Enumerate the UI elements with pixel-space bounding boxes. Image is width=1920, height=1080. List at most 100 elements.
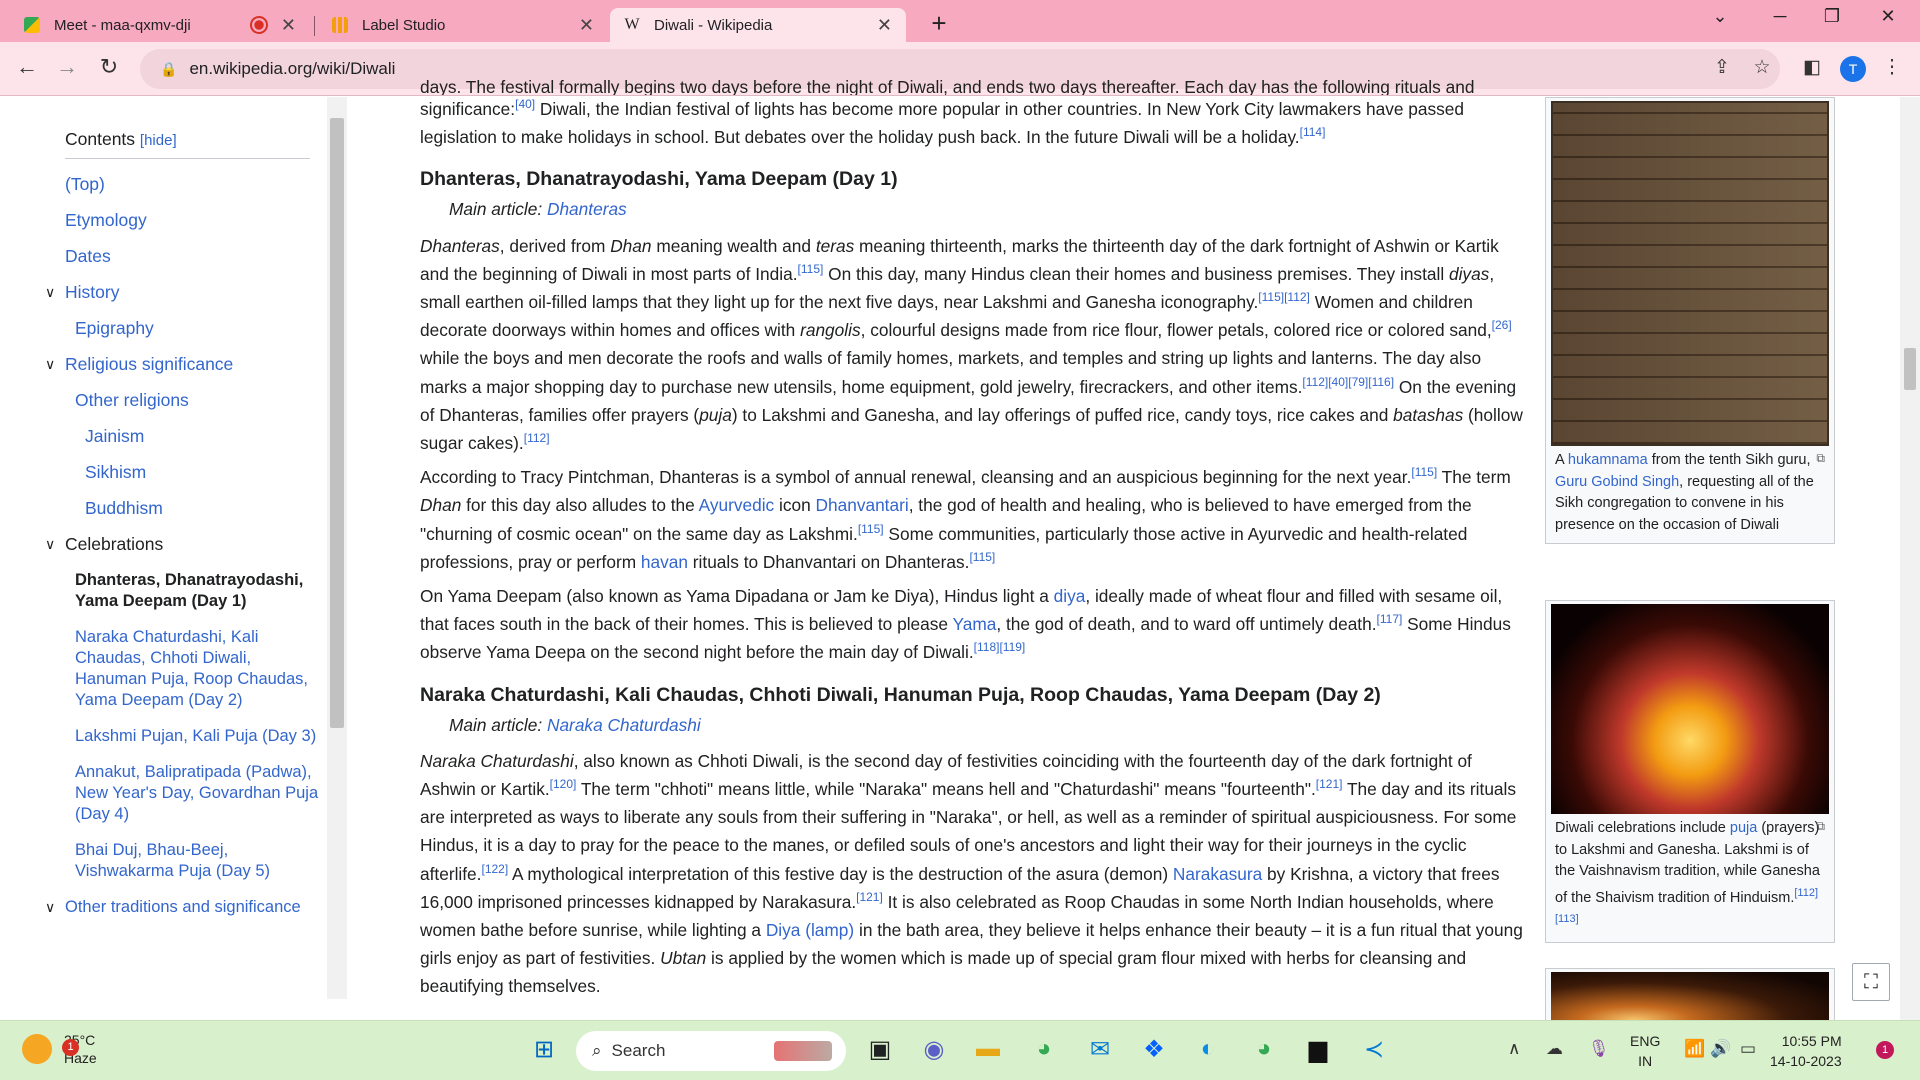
citation-link[interactable]: [115][112] xyxy=(1258,290,1310,304)
link-dhanvantari[interactable]: Dhanvantari xyxy=(816,495,909,515)
restore-button[interactable]: ❐ xyxy=(1812,6,1852,27)
back-icon[interactable]: ← xyxy=(12,54,42,80)
tab-label-studio[interactable]: Label Studio ✕ xyxy=(318,8,608,42)
language-indicator[interactable]: ENG IN xyxy=(1630,1031,1660,1071)
chevron-down-icon[interactable]: ∨ xyxy=(45,534,55,555)
link-puja[interactable]: puja xyxy=(1730,820,1757,836)
weather-widget[interactable]: 1 25°C Haze xyxy=(22,1031,97,1067)
citation-link[interactable]: [112] xyxy=(524,431,550,445)
volume-icon[interactable]: 🔊 xyxy=(1710,1039,1731,1059)
main-article-link[interactable]: Dhanteras xyxy=(547,199,627,219)
mail-icon[interactable]: ✉ xyxy=(1082,1035,1118,1064)
reload-icon[interactable]: ↻ xyxy=(94,54,124,80)
terminal-icon[interactable]: ▆ xyxy=(1300,1035,1336,1064)
side-panel-icon[interactable]: ◧ xyxy=(1798,56,1826,79)
link-yama[interactable]: Yama xyxy=(953,614,997,634)
close-tab-icon[interactable]: ✕ xyxy=(281,15,296,36)
link-diya-lamp[interactable]: Diya (lamp) xyxy=(766,920,854,940)
battery-icon[interactable]: ▭ xyxy=(1740,1039,1756,1059)
citation-link[interactable]: [115] xyxy=(1411,465,1437,479)
toc-item-day2[interactable]: Naraka Chaturdashi, Kali Chaudas, Chhoti… xyxy=(75,627,320,711)
tab-wikipedia[interactable]: W Diwali - Wikipedia ✕ xyxy=(610,8,906,42)
link-hukamnama[interactable]: hukamnama xyxy=(1568,452,1648,468)
chevron-down-icon[interactable]: ∨ xyxy=(45,354,55,375)
toc-item-religious-significance[interactable]: ∨ Religious significance xyxy=(45,354,320,375)
toc-item-day3[interactable]: Lakshmi Pujan, Kali Puja (Day 3) xyxy=(75,726,320,747)
toc-item-dates[interactable]: Dates xyxy=(65,246,320,267)
windows-start-icon[interactable]: ⊞ xyxy=(526,1035,562,1064)
toc-item-day5[interactable]: Bhai Duj, Bhau-Beej, Vishwakarma Puja (D… xyxy=(75,840,320,882)
taskbar-search[interactable]: ⌕ Search xyxy=(576,1031,846,1071)
toc-item-jainism[interactable]: Jainism xyxy=(85,426,320,447)
toc-item-epigraphy[interactable]: Epigraphy xyxy=(75,318,320,339)
forward-icon[interactable]: → xyxy=(52,54,82,80)
toc-item-day1[interactable]: Dhanteras, Dhanatrayodashi, Yama Deepam … xyxy=(75,570,320,612)
citation-link[interactable]: [26] xyxy=(1492,318,1512,332)
chrome-profile-icon[interactable]: ◕ xyxy=(1246,1035,1282,1063)
link-guru-gobind-singh[interactable]: Guru Gobind Singh xyxy=(1555,474,1679,490)
toc-item-day4[interactable]: Annakut, Balipratipada (Padwa), New Year… xyxy=(75,762,320,825)
page-scrollbar-thumb[interactable] xyxy=(1904,348,1916,390)
chevron-down-icon[interactable]: ∨ xyxy=(45,897,55,918)
toc-item-top[interactable]: (Top) xyxy=(65,174,320,195)
citation-link[interactable]: [112][40][79][116] xyxy=(1302,375,1394,389)
menu-icon[interactable]: ⋮ xyxy=(1878,56,1906,79)
link-havan[interactable]: havan xyxy=(641,552,688,572)
toc-item-other-traditions[interactable]: ∨ Other traditions and significance xyxy=(45,897,320,918)
diwali-puja-image[interactable] xyxy=(1551,604,1829,814)
toc-item-buddhism[interactable]: Buddhism xyxy=(85,498,320,519)
toc-item-other-religions[interactable]: Other religions xyxy=(75,390,320,411)
tab-title: Meet - maa-qxmv-dji xyxy=(54,16,191,34)
onedrive-icon[interactable]: ☁ xyxy=(1546,1039,1563,1059)
citation-link[interactable]: [114] xyxy=(1300,125,1326,139)
vscode-icon[interactable]: ≺ xyxy=(1356,1035,1392,1064)
link-diya[interactable]: diya xyxy=(1054,586,1086,606)
chevron-down-icon[interactable]: ∨ xyxy=(45,282,55,303)
profile-avatar[interactable]: T xyxy=(1840,56,1866,82)
citation-link[interactable]: [117] xyxy=(1377,612,1403,626)
citation-link[interactable]: [40] xyxy=(515,97,535,111)
toc-item-sikhism[interactable]: Sikhism xyxy=(85,462,320,483)
toc-item-celebrations[interactable]: ∨ Celebrations xyxy=(45,534,320,555)
citation-link[interactable]: [118][119] xyxy=(974,641,1026,655)
microphone-icon[interactable]: 🎙 xyxy=(1588,1039,1610,1059)
page-scrollbar[interactable] xyxy=(1900,97,1920,1021)
toc-item-history[interactable]: ∨ History xyxy=(45,282,320,303)
main-article-link[interactable]: Naraka Chaturdashi xyxy=(547,715,701,735)
close-window-button[interactable]: ✕ xyxy=(1868,6,1908,27)
tray-chevron-icon[interactable]: ∧ xyxy=(1508,1039,1520,1059)
bookmark-star-icon[interactable]: ☆ xyxy=(1748,56,1776,79)
wifi-icon[interactable]: 📶 xyxy=(1684,1039,1705,1059)
teams-chat-icon[interactable]: ◉ xyxy=(916,1035,952,1064)
fullscreen-icon[interactable]: ⛶ xyxy=(1852,963,1890,1001)
close-tab-icon[interactable]: ✕ xyxy=(579,15,594,36)
toc-item-etymology[interactable]: Etymology xyxy=(65,210,320,231)
dropbox-icon[interactable]: ❖ xyxy=(1136,1035,1172,1064)
tab-search-icon[interactable]: ⌄ xyxy=(1700,6,1740,27)
link-ayurvedic[interactable]: Ayurvedic xyxy=(699,495,775,515)
file-explorer-icon[interactable]: ▬ xyxy=(970,1035,1006,1063)
enlarge-icon[interactable]: ⧉ xyxy=(1816,448,1825,470)
toc-hide-link[interactable]: [hide] xyxy=(140,132,177,149)
close-tab-icon[interactable]: ✕ xyxy=(877,15,892,36)
minimize-button[interactable]: ─ xyxy=(1760,6,1800,27)
citation-link[interactable]: [120] xyxy=(550,777,577,791)
citation-link[interactable]: [115] xyxy=(858,522,884,536)
link-narakasura[interactable]: Narakasura xyxy=(1173,864,1262,884)
clock[interactable]: 10:55 PM 14-10-2023 xyxy=(1770,1031,1842,1071)
chrome-icon[interactable]: ◕ xyxy=(1026,1035,1062,1063)
task-view-icon[interactable]: ▣ xyxy=(862,1035,898,1064)
citation-link[interactable]: [115] xyxy=(798,262,824,276)
enlarge-icon[interactable]: ⧉ xyxy=(1816,816,1825,838)
citation-link[interactable]: [122] xyxy=(481,862,508,876)
notification-badge[interactable]: 1 xyxy=(1876,1041,1894,1059)
hukamnama-image[interactable] xyxy=(1551,101,1829,446)
citation-link[interactable]: [121] xyxy=(1316,777,1343,791)
citation-link[interactable]: [115] xyxy=(969,550,995,564)
toc-scrollbar-thumb[interactable] xyxy=(330,118,344,728)
share-icon[interactable]: ⇪ xyxy=(1708,56,1736,79)
new-tab-button[interactable]: + xyxy=(924,8,954,39)
tab-meet[interactable]: Meet - maa-qxmv-dji ✕ xyxy=(10,8,310,42)
citation-link[interactable]: [121] xyxy=(856,890,883,904)
edge-icon[interactable]: ◐ xyxy=(1190,1035,1226,1063)
